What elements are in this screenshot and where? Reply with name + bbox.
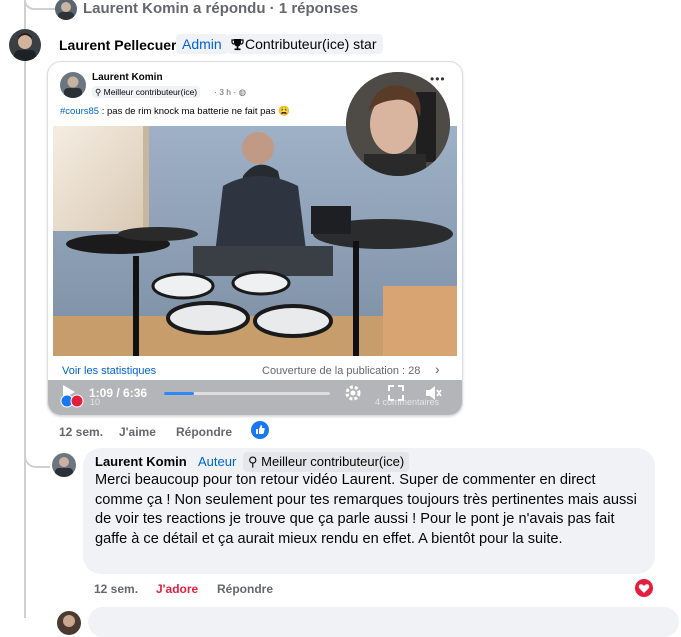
award-icon: ⚲ xyxy=(95,87,102,97)
heart-reaction-icon xyxy=(635,579,653,602)
top-contributor-badge-label: Meilleur contributeur(ice) xyxy=(261,454,405,469)
avatar xyxy=(60,72,86,98)
post-time: · 3 h · ◍ xyxy=(214,87,247,97)
author-badge: Auteur xyxy=(198,454,237,469)
love-button[interactable]: J'adore xyxy=(156,581,198,597)
video-progress-fill xyxy=(164,392,194,395)
post-time-label: 3 h xyxy=(219,87,232,97)
reply-text: Merci beaucoup pour ton retour vidéo Lau… xyxy=(95,472,637,547)
top-contributor-badge: ⚲ Meilleur contributeur(ice) xyxy=(243,452,410,472)
chevron-right-icon[interactable]: › xyxy=(435,362,440,376)
webcam-overlay xyxy=(346,72,450,176)
post-author-badge-label: Meilleur contributeur(ice) xyxy=(103,87,198,97)
gear-icon[interactable] xyxy=(344,384,362,407)
comment-author[interactable]: Laurent Pellecuer xyxy=(59,36,177,54)
view-replies-link[interactable]: Laurent Komin a répondu · 1 réponses xyxy=(83,0,358,18)
avatar[interactable] xyxy=(9,29,41,61)
avatar[interactable] xyxy=(55,0,77,20)
post-caption: #cours85 : pas de rim knock ma batterie … xyxy=(60,106,290,118)
video-progress-track[interactable] xyxy=(164,392,330,395)
reply-author[interactable]: Laurent Komin xyxy=(95,454,187,470)
avatar[interactable] xyxy=(52,453,76,477)
admin-badge: Admin xyxy=(176,34,228,54)
reply-timestamp[interactable]: 12 sem. xyxy=(94,581,138,597)
star-contributor-badge: Contributeur(ice) star xyxy=(227,34,383,54)
comments-count: 4 commentaires xyxy=(375,397,440,407)
reply-bubble: Laurent Komin Auteur ⚲ Meilleur contribu… xyxy=(83,448,655,574)
embedded-video-post[interactable]: Laurent Komin ⚲ Meilleur contributeur(ic… xyxy=(47,61,463,416)
comment-timestamp[interactable]: 12 sem. xyxy=(59,424,103,440)
stats-link[interactable]: Voir les statistiques xyxy=(62,364,156,378)
like-reaction-icon xyxy=(251,421,269,444)
caption-text: : pas de rim knock ma batterie ne fait p… xyxy=(99,106,290,117)
post-reach: Couverture de la publication : 28 xyxy=(262,365,421,377)
reaction-icons xyxy=(60,394,88,408)
reply-button-nested[interactable]: Répondre xyxy=(217,581,273,597)
like-button[interactable]: J'aime xyxy=(119,424,156,440)
post-author-badge: ⚲ Meilleur contributeur(ice) xyxy=(92,86,201,98)
reply-button[interactable]: Répondre xyxy=(176,424,232,440)
comment-composer[interactable] xyxy=(88,607,679,637)
post-author: Laurent Komin xyxy=(92,72,163,83)
reply-connector xyxy=(24,440,50,468)
globe-icon: ◍ xyxy=(238,87,247,97)
award-icon: ⚲ xyxy=(248,454,258,469)
trophy-icon xyxy=(231,36,245,56)
thread-line-left xyxy=(24,0,26,618)
hashtag-link[interactable]: #cours85 xyxy=(60,106,99,117)
more-options-icon[interactable]: ••• xyxy=(430,72,446,86)
star-badge-label: Contributeur(ice) star xyxy=(245,36,377,52)
thread-connector-top xyxy=(24,0,56,10)
reactions-count: 10 xyxy=(90,397,101,407)
avatar xyxy=(57,611,81,635)
